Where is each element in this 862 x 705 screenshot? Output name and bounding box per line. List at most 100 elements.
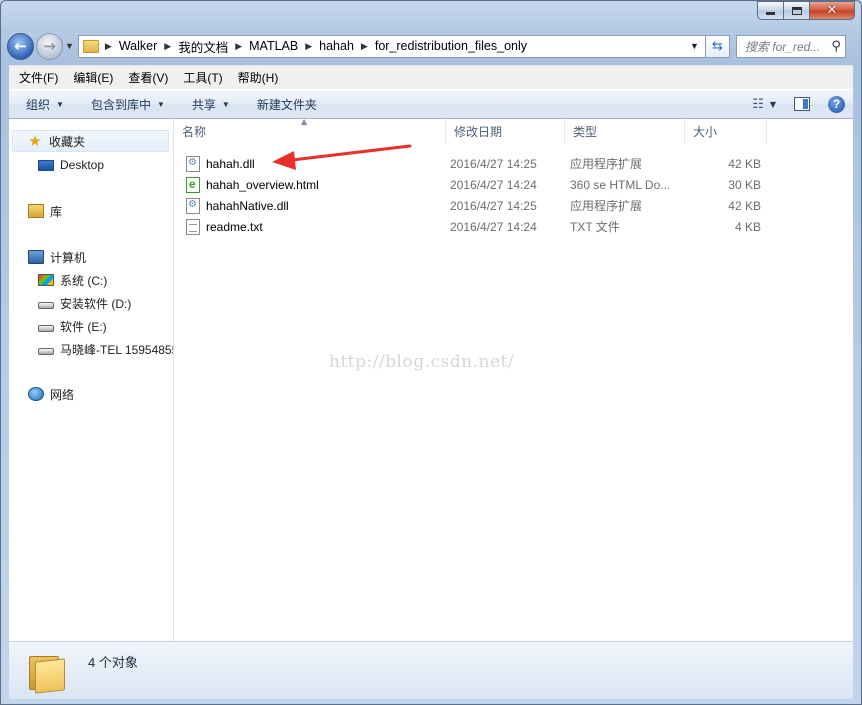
chevron-right-icon[interactable]: ▶	[235, 41, 242, 52]
nav-label: 计算机	[50, 250, 87, 265]
preview-pane-icon[interactable]	[794, 97, 810, 111]
drive-icon	[38, 324, 54, 332]
nav-label: 网络	[50, 387, 75, 402]
file-name: hahahNative.dll	[206, 198, 289, 213]
file-type: 应用程序扩展	[570, 157, 643, 171]
menu-help[interactable]: 帮助(H)	[233, 69, 284, 86]
chevron-down-icon: ▼	[156, 99, 165, 109]
breadcrumb-documents[interactable]: 我的文档	[178, 37, 228, 56]
nav-item-favorites[interactable]: ★ 收藏夹	[12, 130, 169, 152]
refresh-button[interactable]: ⇆	[705, 34, 730, 58]
new-folder-label: 新建文件夹	[256, 97, 317, 112]
file-name: hahah_overview.html	[206, 177, 319, 192]
navigation-bar: ← → ▼ ▶ Walker ▶ 我的文档 ▶ MATLAB ▶ hahah ▶…	[7, 31, 855, 61]
nav-label: 收藏夹	[49, 134, 86, 149]
column-header-type[interactable]: 类型	[565, 119, 685, 144]
column-header-date[interactable]: 修改日期	[446, 119, 565, 144]
organize-button[interactable]: 组织 ▼	[26, 96, 74, 113]
file-date: 2016/4/27 14:24	[450, 219, 537, 234]
back-button[interactable]: ←	[7, 32, 34, 60]
chevron-right-icon[interactable]: ▶	[305, 41, 312, 52]
library-icon	[28, 204, 44, 218]
column-label: 名称	[182, 125, 207, 139]
desktop-icon	[38, 159, 54, 171]
breadcrumb-current[interactable]: for_redistribution_files_only	[375, 39, 527, 53]
nav-item-network[interactable]: 网络	[28, 385, 74, 403]
nav-item-desktop[interactable]: Desktop	[38, 156, 104, 174]
breadcrumb-hahah[interactable]: hahah	[319, 39, 354, 53]
chevron-down-icon: ▼	[56, 99, 64, 109]
system-drive-icon	[38, 274, 54, 286]
chevron-down-icon: ▼	[769, 99, 776, 109]
menu-view[interactable]: 查看(V)	[123, 69, 173, 86]
breadcrumb-walker[interactable]: Walker	[119, 39, 157, 53]
file-date: 2016/4/27 14:24	[450, 177, 537, 192]
search-input[interactable]: 搜索 for_red... ⚲	[735, 34, 846, 58]
nav-label: 马晓峰-TEL 15954855	[60, 342, 173, 357]
file-type: TXT 文件	[570, 220, 620, 234]
chevron-right-icon[interactable]: ▶	[105, 41, 112, 52]
minimize-icon	[766, 12, 775, 15]
watermark: http://blog.csdn.net/	[329, 352, 515, 372]
menu-file[interactable]: 文件(F)	[14, 69, 63, 86]
command-bar: 组织 ▼ 包含到库中 ▼ 共享 ▼ 新建文件夹 ☷ ▼ ?	[9, 89, 853, 119]
item-count: 4 个对象	[88, 655, 138, 670]
address-dropdown-icon[interactable]: ▼	[690, 41, 699, 51]
txt-icon	[186, 219, 200, 235]
file-row[interactable]: readme.txt 2016/4/27 14:24 TXT 文件 4 KB	[186, 216, 766, 237]
share-label: 共享	[191, 97, 216, 112]
file-row[interactable]: hahah_overview.html 2016/4/27 14:24 360 …	[186, 174, 766, 195]
nav-item-drive-c[interactable]: 系统 (C:)	[38, 271, 107, 289]
back-arrow-icon: ←	[14, 37, 27, 55]
nav-item-drive-e[interactable]: 软件 (E:)	[38, 317, 107, 335]
menu-bar: 文件(F) 编辑(E) 查看(V) 工具(T) 帮助(H)	[9, 65, 853, 89]
chevron-right-icon[interactable]: ▶	[164, 41, 171, 52]
new-folder-button[interactable]: 新建文件夹	[257, 96, 327, 113]
menu-edit[interactable]: 编辑(E)	[68, 69, 118, 86]
close-button[interactable]: ✕	[810, 1, 855, 20]
include-in-library-button[interactable]: 包含到库中 ▼	[91, 96, 175, 113]
file-type: 360 se HTML Do...	[570, 177, 671, 192]
maximize-button[interactable]	[784, 1, 810, 20]
file-size: 4 KB	[734, 219, 761, 234]
close-icon: ✕	[826, 3, 838, 18]
html-icon	[186, 177, 200, 193]
file-name: readme.txt	[206, 219, 263, 234]
drive-icon	[38, 301, 54, 309]
refresh-icon: ⇆	[711, 38, 723, 54]
nav-item-drive-d[interactable]: 安装软件 (D:)	[38, 294, 131, 312]
folder-icon	[29, 652, 67, 694]
nav-item-drive-removable[interactable]: 马晓峰-TEL 15954855	[38, 340, 173, 358]
details-pane: 4 个对象	[9, 641, 853, 699]
maximize-icon	[791, 6, 802, 15]
details-view-icon: ☷	[752, 96, 764, 112]
column-label: 修改日期	[454, 125, 503, 139]
file-name: hahah.dll	[206, 156, 255, 171]
address-bar[interactable]: ▶ Walker ▶ 我的文档 ▶ MATLAB ▶ hahah ▶ for_r…	[77, 34, 706, 58]
nav-item-computer[interactable]: 计算机	[28, 248, 86, 266]
forward-button[interactable]: →	[36, 32, 63, 60]
breadcrumb-matlab[interactable]: MATLAB	[249, 39, 298, 53]
menu-tools[interactable]: 工具(T)	[178, 69, 227, 86]
recent-pages-dropdown-icon[interactable]: ▼	[65, 41, 74, 51]
file-date: 2016/4/27 14:25	[450, 198, 537, 213]
nav-label: Desktop	[60, 158, 105, 172]
file-row[interactable]: hahahNative.dll 2016/4/27 14:25 应用程序扩展 4…	[186, 195, 766, 216]
navigation-pane: ★ 收藏夹 Desktop 库 计算机 系统 (C:) 安装软件 (D:) 软件…	[9, 119, 174, 641]
sort-ascending-icon: ▲	[301, 117, 308, 126]
nav-item-libraries[interactable]: 库	[28, 202, 62, 220]
minimize-button[interactable]	[757, 1, 784, 20]
change-view-button[interactable]: ☷ ▼	[752, 97, 776, 112]
file-size: 42 KB	[728, 156, 761, 171]
nav-label: 软件 (E:)	[60, 319, 107, 334]
folder-icon	[82, 39, 99, 53]
file-type: 应用程序扩展	[570, 199, 643, 213]
dll-icon	[186, 156, 200, 172]
file-row[interactable]: hahah.dll 2016/4/27 14:25 应用程序扩展 42 KB	[186, 153, 766, 174]
chevron-right-icon[interactable]: ▶	[361, 41, 368, 52]
search-icon[interactable]: ⚲	[831, 39, 841, 54]
help-icon[interactable]: ?	[828, 95, 845, 113]
column-header-size[interactable]: 大小	[685, 119, 767, 144]
share-button[interactable]: 共享 ▼	[192, 96, 240, 113]
column-header-name[interactable]: 名称 ▲	[174, 117, 446, 144]
